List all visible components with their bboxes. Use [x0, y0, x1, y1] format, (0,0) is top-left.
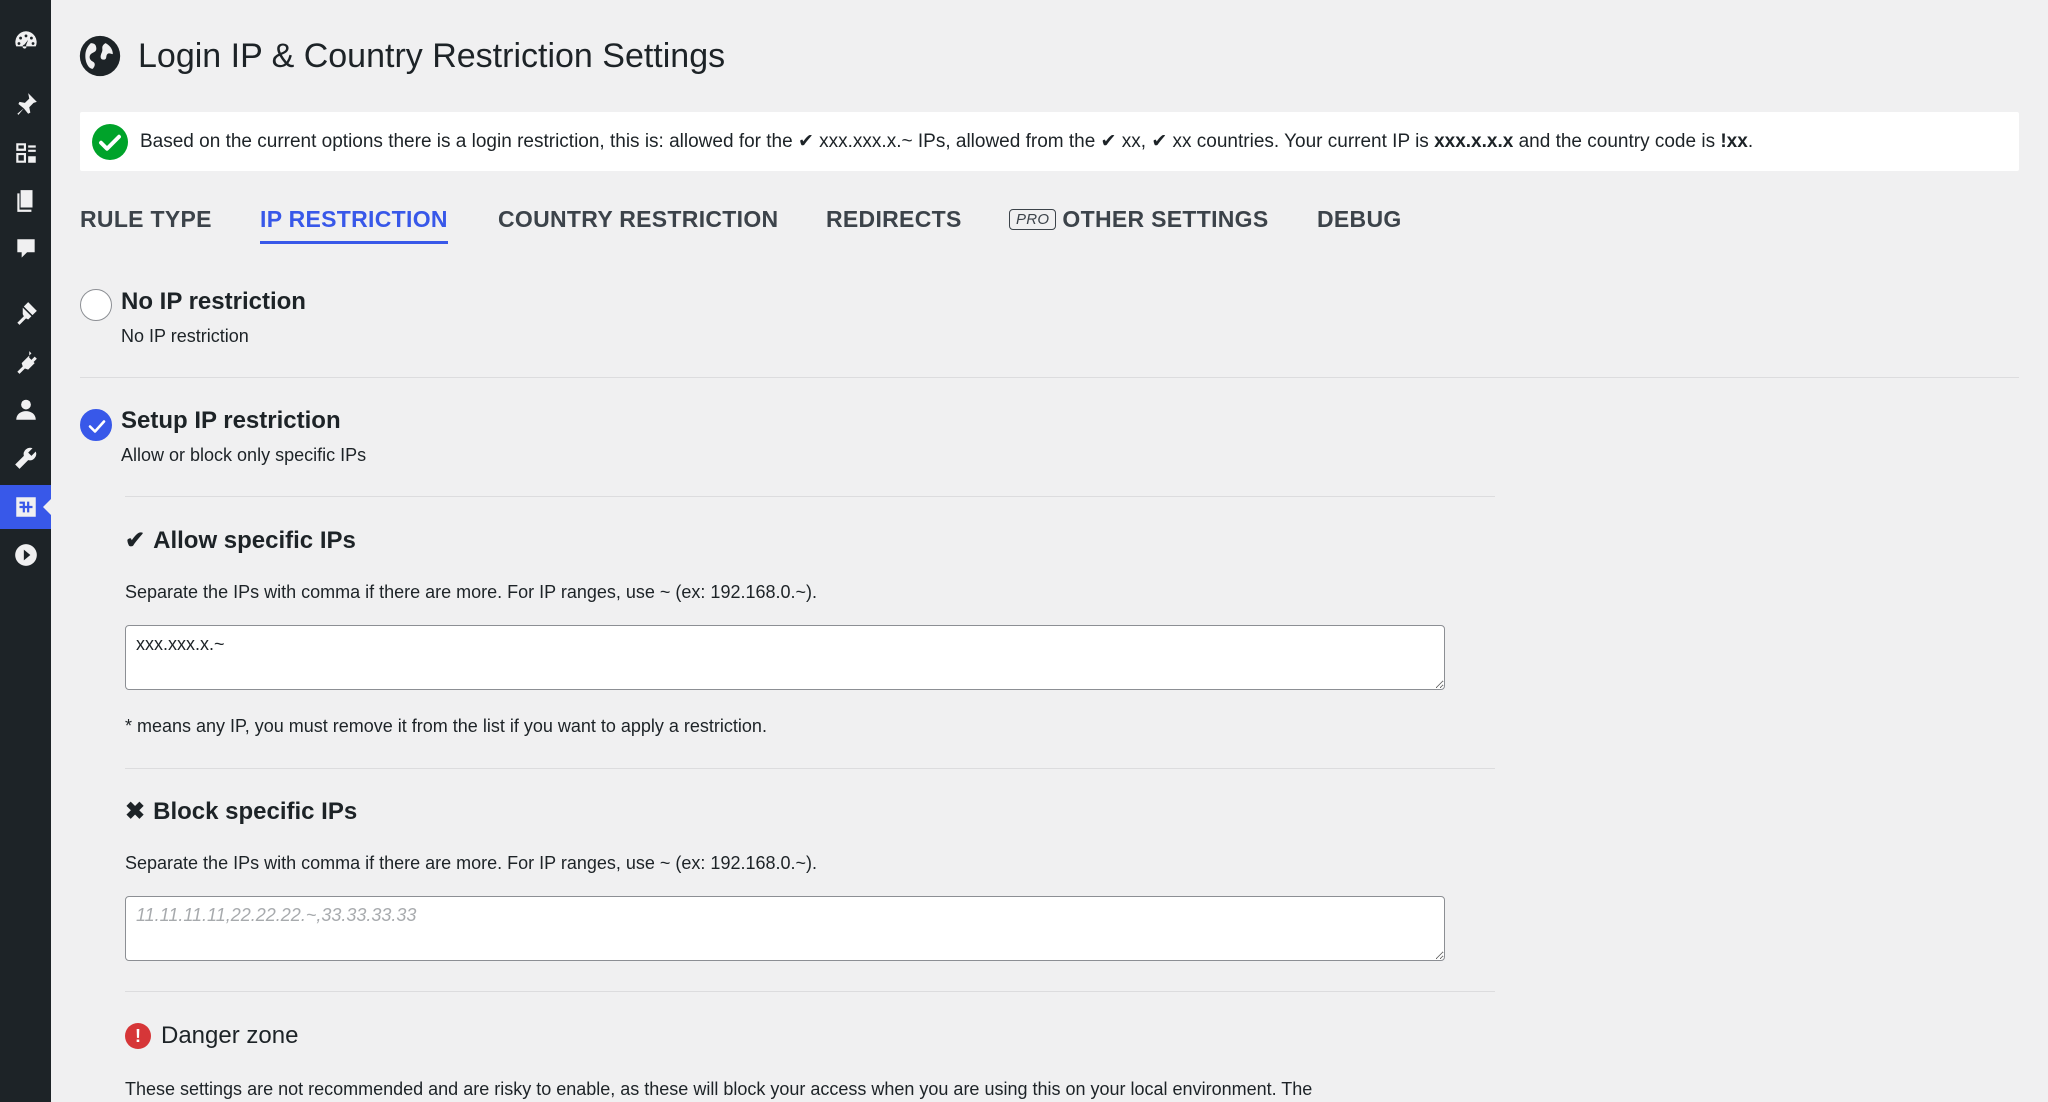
- tab-redirects[interactable]: REDIRECTS: [826, 206, 962, 241]
- tab-rule-type[interactable]: RULE TYPE: [80, 206, 212, 241]
- plugins-icon[interactable]: [0, 340, 51, 384]
- check-icon: ✔: [125, 527, 146, 554]
- tools-icon[interactable]: [0, 436, 51, 480]
- tab-other-settings[interactable]: PRO OTHER SETTINGS: [1009, 206, 1269, 241]
- danger-zone-text: These settings are not recommended and a…: [125, 1079, 1313, 1099]
- pro-badge: PRO: [1009, 209, 1057, 230]
- block-ips-help: Separate the IPs with comma if there are…: [125, 853, 818, 873]
- divider: [125, 991, 1495, 992]
- main-content: Login IP & Country Restriction Settings …: [51, 0, 2048, 1102]
- checkmark-icon: [88, 420, 106, 433]
- divider: [125, 496, 1495, 497]
- cross-icon: ✖: [125, 798, 146, 825]
- block-ips-textarea[interactable]: [125, 896, 1445, 961]
- danger-zone-heading: ! Danger zone: [125, 1022, 298, 1050]
- allow-ips-heading: ✔ Allow specific IPs: [125, 526, 356, 555]
- no-ip-restriction-desc: No IP restriction: [121, 326, 249, 346]
- tab-debug[interactable]: DEBUG: [1317, 206, 1402, 241]
- tab-ip-restriction[interactable]: IP RESTRICTION: [260, 206, 448, 244]
- restriction-notice: Based on the current options there is a …: [80, 112, 2019, 171]
- media-icon[interactable]: [0, 131, 51, 175]
- play-icon[interactable]: [0, 533, 51, 577]
- warning-icon: !: [125, 1023, 151, 1049]
- page-header: Login IP & Country Restriction Settings: [78, 34, 725, 78]
- comments-icon[interactable]: [0, 227, 51, 271]
- success-check-icon: [92, 123, 128, 160]
- setup-ip-restriction-desc: Allow or block only specific IPs: [121, 445, 367, 465]
- allow-ips-help: Separate the IPs with comma if there are…: [125, 582, 818, 602]
- allow-ips-note: * means any IP, you must remove it from …: [125, 716, 767, 736]
- no-ip-restriction-radio[interactable]: [80, 289, 112, 321]
- dashboard-icon[interactable]: [0, 19, 51, 63]
- country-code: !xx: [1720, 131, 1748, 152]
- setup-ip-restriction-title: Setup IP restriction: [121, 407, 341, 434]
- page-title: Login IP & Country Restriction Settings: [138, 36, 726, 75]
- pin-icon[interactable]: [0, 82, 51, 126]
- globe-icon: [79, 35, 121, 77]
- allow-ips-textarea[interactable]: [125, 625, 1445, 690]
- tab-country-restriction[interactable]: COUNTRY RESTRICTION: [498, 206, 778, 241]
- no-ip-restriction-title: No IP restriction: [121, 288, 306, 315]
- block-ips-heading: ✖ Block specific IPs: [125, 797, 358, 826]
- divider: [80, 377, 2019, 378]
- admin-sidebar: [0, 0, 51, 1102]
- current-ip: xxx.x.x.x: [1434, 131, 1514, 152]
- settings-icon[interactable]: [0, 485, 51, 529]
- users-icon[interactable]: [0, 388, 51, 432]
- pages-icon[interactable]: [0, 179, 51, 223]
- notice-text: Based on the current options there is a …: [140, 131, 1754, 152]
- appearance-icon[interactable]: [0, 291, 51, 335]
- setup-ip-restriction-radio[interactable]: [80, 409, 112, 441]
- divider: [125, 768, 1495, 769]
